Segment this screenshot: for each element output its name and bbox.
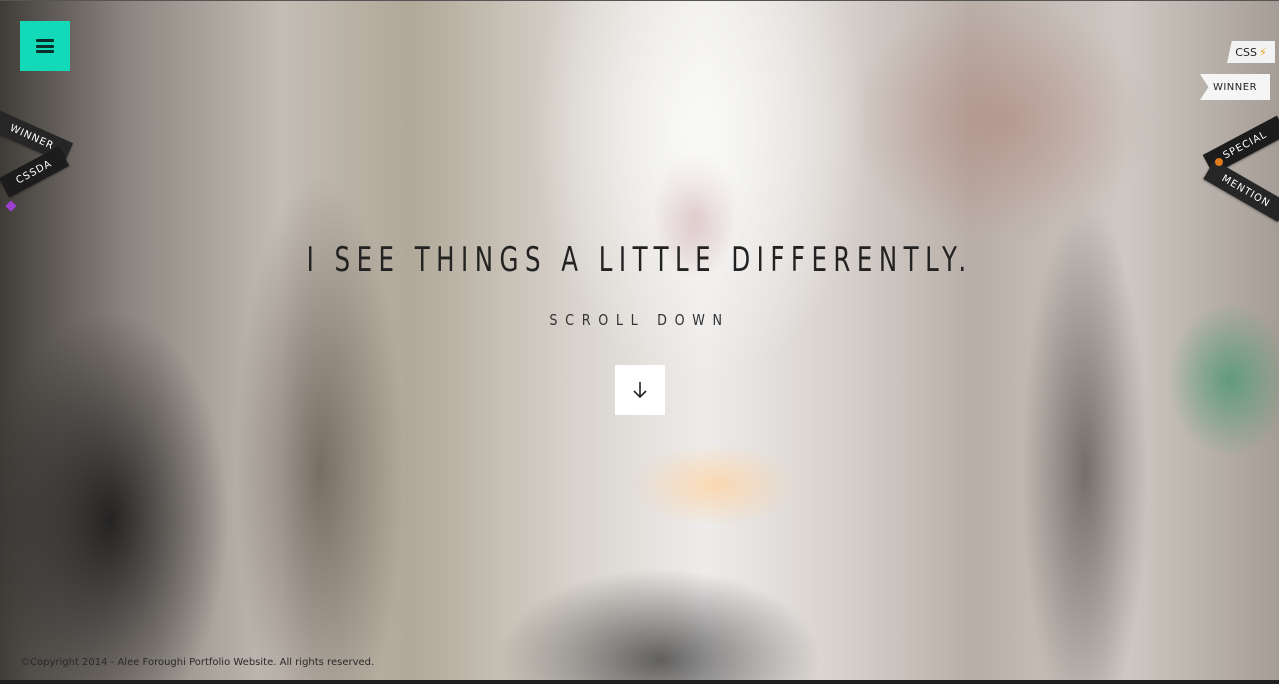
top-border bbox=[0, 0, 1279, 1]
winner-badge[interactable]: WINNER bbox=[1200, 74, 1270, 100]
scroll-down-button[interactable] bbox=[615, 365, 665, 415]
lightning-icon: ⚡ bbox=[1258, 45, 1267, 59]
css-winner-badge[interactable]: CSS ⚡ bbox=[1227, 41, 1275, 63]
bottom-border bbox=[0, 680, 1279, 684]
ribbon-mention-label: MENTION bbox=[1203, 159, 1279, 223]
hero-headline: I SEE THINGS A LITTLE DIFFERENTLY. bbox=[306, 240, 973, 280]
hamburger-menu-icon bbox=[36, 39, 54, 53]
ribbon-cssda-label: CSSDA bbox=[0, 146, 70, 198]
special-mention-logo-icon bbox=[1215, 158, 1223, 166]
scroll-down-label: SCROLL DOWN bbox=[549, 311, 730, 329]
css-badge-label: CSS bbox=[1235, 45, 1257, 59]
hero-page: WINNER CSSDA CSS ⚡ WINNER SPECIAL MENTIO… bbox=[0, 0, 1279, 684]
cssda-winner-ribbon[interactable]: WINNER CSSDA bbox=[0, 110, 90, 220]
copyright-text: ©Copyright 2014 - Alee Foroughi Portfoli… bbox=[20, 657, 375, 668]
cssda-logo-icon bbox=[5, 200, 17, 212]
special-mention-ribbon[interactable]: SPECIAL MENTION bbox=[1199, 115, 1279, 228]
menu-button[interactable] bbox=[20, 21, 70, 71]
winner-badge-label: WINNER bbox=[1212, 81, 1258, 93]
arrow-down-icon bbox=[633, 382, 647, 399]
